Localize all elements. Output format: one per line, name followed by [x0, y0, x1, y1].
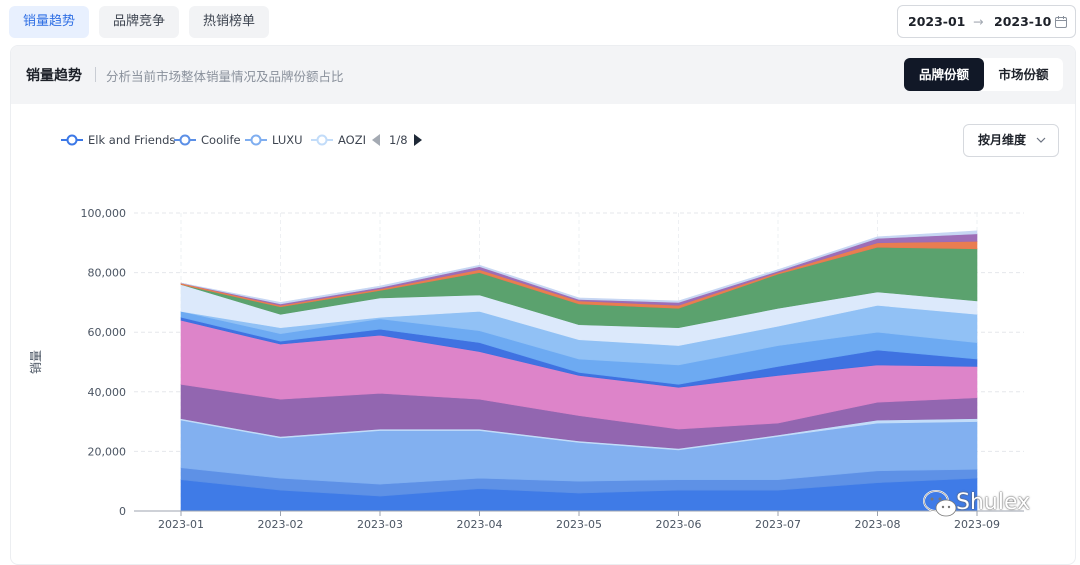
- x-tick-label: 2023-07: [755, 518, 801, 531]
- top-bar: 销量趋势 品牌竞争 热销榜单 2023-01 → 2023-10: [0, 0, 1080, 44]
- date-range-picker[interactable]: 2023-01 → 2023-10: [897, 5, 1076, 38]
- watermark-text: Shulex: [956, 490, 1031, 515]
- date-end[interactable]: 2023-10: [994, 14, 1051, 29]
- x-tick-label: 2023-04: [457, 518, 503, 531]
- x-tick-label: 2023-01: [158, 518, 204, 531]
- wechat-icon: [923, 490, 957, 517]
- stacked-area-chart: 0 20,000 40,000 60,000 80,000 100,000 2023-01 2…: [29, 207, 1024, 531]
- y-axis-label: 销量: [29, 350, 43, 374]
- y-tick-label: 20,000: [88, 445, 127, 458]
- x-tick-label: 2023-08: [855, 518, 901, 531]
- tab-hot-list[interactable]: 热销榜单: [189, 6, 270, 38]
- y-tick-label: 100,000: [81, 207, 127, 220]
- calendar-icon[interactable]: [1055, 16, 1067, 28]
- date-arrow: →: [973, 14, 984, 29]
- y-tick-label: 80,000: [88, 267, 127, 280]
- x-tick-label: 2023-03: [357, 518, 403, 531]
- tab-sales-trend[interactable]: 销量趋势: [9, 6, 90, 38]
- tab-brand-competition[interactable]: 品牌竞争: [99, 6, 180, 38]
- y-tick-label: 60,000: [88, 326, 127, 339]
- x-tick-label: 2023-02: [258, 518, 304, 531]
- x-tick-label: 2023-05: [556, 518, 602, 531]
- y-tick-label: 40,000: [88, 386, 127, 399]
- y-tick-label: 0: [119, 505, 126, 518]
- date-start[interactable]: 2023-01: [908, 14, 965, 29]
- sales-trend-panel: 销量趋势 分析当前市场整体销量情况及品牌份额占比 品牌份额 市场份额 按月维度 …: [10, 45, 1076, 565]
- x-tick-label: 2023-06: [656, 518, 702, 531]
